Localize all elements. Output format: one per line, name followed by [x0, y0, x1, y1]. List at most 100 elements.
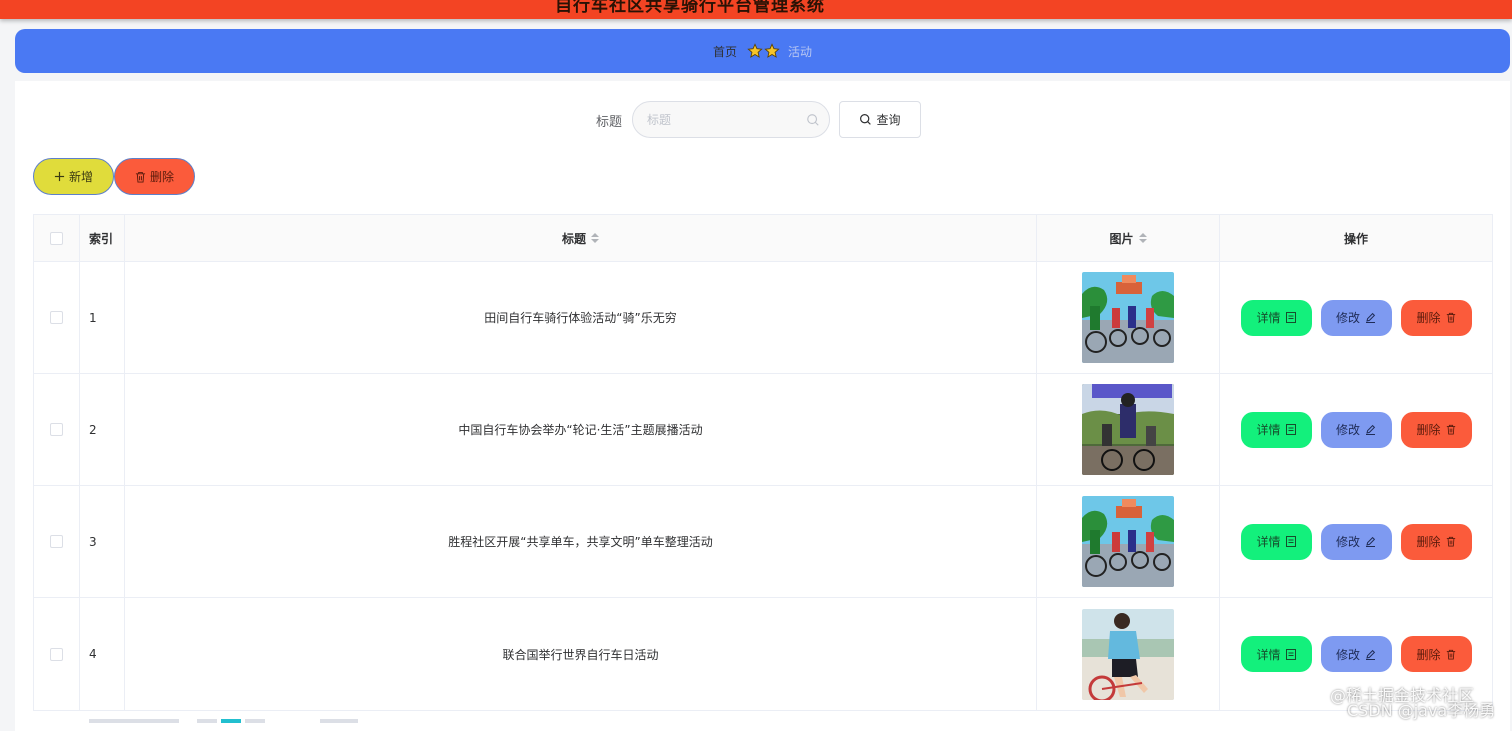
row-delete-button-label: 删除 — [1416, 535, 1441, 549]
row-checkbox[interactable] — [50, 311, 63, 324]
edit-button[interactable]: 修改 — [1320, 636, 1392, 672]
row-checkbox-cell — [34, 374, 80, 485]
row-checkbox-cell — [34, 598, 80, 710]
pagination-page-current[interactable] — [221, 719, 241, 723]
trash-icon — [1446, 312, 1455, 323]
row-checkbox-cell — [34, 486, 80, 597]
row-actions: 详情 修改 删除 — [1220, 374, 1492, 485]
row-checkbox[interactable] — [50, 647, 63, 661]
breadcrumb-home[interactable]: 首页 — [713, 43, 737, 60]
row-index: 3 — [80, 486, 125, 597]
edit-button[interactable]: 修改 — [1320, 523, 1392, 560]
table-row: 2 中国自行车协会举办“轮记·生活”主题展播活动 详情 修改 删除 — [34, 374, 1492, 486]
table-header-row: 索引 标题 图片 操作 — [34, 215, 1492, 262]
document-icon — [1285, 648, 1296, 660]
trash-icon — [1446, 649, 1455, 659]
row-image-cell — [1037, 262, 1220, 373]
search-icon — [860, 114, 872, 125]
query-button-label: 查询 — [876, 113, 901, 127]
select-all-checkbox[interactable] — [50, 231, 63, 245]
row-checkbox[interactable] — [50, 423, 63, 436]
pencil-icon — [1366, 649, 1376, 660]
pagination-next[interactable] — [245, 719, 265, 723]
header-title-label: 标题 — [561, 231, 586, 246]
search-icon — [807, 114, 819, 126]
sort-icon[interactable] — [1138, 233, 1147, 243]
edit-button-label: 修改 — [1335, 647, 1360, 662]
document-icon — [1285, 424, 1296, 435]
trash-icon — [1446, 424, 1455, 435]
edit-button[interactable]: 修改 — [1320, 299, 1392, 336]
pagination-jumper[interactable] — [320, 719, 358, 723]
trash-icon — [135, 171, 146, 182]
search-field[interactable] — [632, 101, 830, 138]
pencil-icon — [1366, 312, 1376, 323]
watermark-csdn: CSDN @java李杨勇 — [1347, 701, 1496, 720]
header-image[interactable]: 图片 — [1037, 215, 1220, 261]
row-delete-button[interactable]: 删除 — [1400, 523, 1472, 560]
query-button[interactable]: 查询 — [839, 101, 921, 138]
document-icon — [1285, 312, 1296, 323]
add-button-label: 新增 — [68, 170, 93, 184]
row-index: 4 — [80, 598, 125, 710]
breadcrumb: 首页 活动 — [15, 29, 1510, 73]
row-delete-button[interactable]: 删除 — [1400, 411, 1472, 448]
pencil-icon — [1366, 424, 1376, 435]
row-checkbox[interactable] — [50, 535, 63, 548]
detail-button-label: 详情 — [1256, 423, 1281, 437]
row-delete-button-label: 删除 — [1416, 311, 1441, 325]
breadcrumb-current: 活动 — [788, 44, 813, 59]
edit-button-label: 修改 — [1335, 535, 1360, 549]
row-delete-button[interactable]: 删除 — [1400, 299, 1472, 336]
row-index: 2 — [80, 374, 125, 485]
edit-button-label: 修改 — [1335, 311, 1360, 325]
row-actions: 详情 修改 删除 — [1220, 486, 1492, 597]
edit-button-label: 修改 — [1335, 423, 1360, 437]
header-title[interactable]: 标题 — [125, 215, 1037, 261]
detail-button[interactable]: 详情 — [1240, 636, 1312, 672]
cyclists-event-photo[interactable] — [1082, 384, 1174, 475]
search-label: 标题 — [596, 115, 623, 130]
detail-button[interactable]: 详情 — [1240, 411, 1312, 448]
trash-icon — [1446, 536, 1455, 547]
cyclists-group-photo[interactable] — [1082, 272, 1174, 363]
batch-delete-button-label: 删除 — [149, 170, 174, 184]
batch-delete-button[interactable]: 删除 — [114, 158, 195, 195]
detail-button[interactable]: 详情 — [1240, 523, 1312, 560]
table-row: 3 胜程社区开展“共享单车，共享文明”单车整理活动 详情 修改 删除 — [34, 486, 1492, 598]
row-delete-button-label: 删除 — [1416, 647, 1441, 662]
row-title: 联合国举行世界自行车日活动 — [125, 598, 1037, 710]
pencil-icon — [1366, 536, 1376, 547]
search-input[interactable] — [633, 102, 793, 137]
table-row: 4 联合国举行世界自行车日活动 详情 修改 删除 — [34, 598, 1492, 710]
activity-table: 索引 标题 图片 操作 1 田间自行车骑行体验活动“骑”乐无穷 详情 修改 删除… — [33, 214, 1493, 711]
add-button[interactable]: 新增 — [33, 158, 114, 195]
edit-button[interactable]: 修改 — [1320, 411, 1392, 448]
detail-button-label: 详情 — [1256, 647, 1281, 662]
star-icon — [764, 43, 780, 58]
pagination-prev[interactable] — [197, 719, 217, 723]
header-index: 索引 — [80, 215, 125, 261]
cyclists-group-photo[interactable] — [1082, 496, 1174, 587]
header-checkbox-cell — [34, 215, 80, 261]
sort-icon[interactable] — [591, 233, 599, 243]
row-image-cell — [1037, 598, 1220, 710]
header-image-label: 图片 — [1109, 231, 1134, 246]
row-title: 胜程社区开展“共享单车，共享文明”单车整理活动 — [125, 486, 1037, 597]
row-title: 中国自行车协会举办“轮记·生活”主题展播活动 — [125, 374, 1037, 485]
breadcrumb-separator — [747, 43, 780, 59]
pagination-total — [89, 719, 179, 723]
header-actions: 操作 — [1343, 231, 1368, 246]
row-delete-button[interactable]: 删除 — [1400, 636, 1472, 672]
row-index: 1 — [80, 262, 125, 373]
detail-button-label: 详情 — [1256, 311, 1281, 325]
detail-button[interactable]: 详情 — [1240, 299, 1312, 336]
row-actions: 详情 修改 删除 — [1220, 262, 1492, 373]
document-icon — [1285, 536, 1296, 547]
row-image-cell — [1037, 374, 1220, 485]
detail-button-label: 详情 — [1256, 535, 1281, 549]
row-delete-button-label: 删除 — [1416, 423, 1441, 437]
row-image-cell — [1037, 486, 1220, 597]
table-row: 1 田间自行车骑行体验活动“骑”乐无穷 详情 修改 删除 — [34, 262, 1492, 374]
cyclist-woman-photo[interactable] — [1082, 608, 1174, 700]
